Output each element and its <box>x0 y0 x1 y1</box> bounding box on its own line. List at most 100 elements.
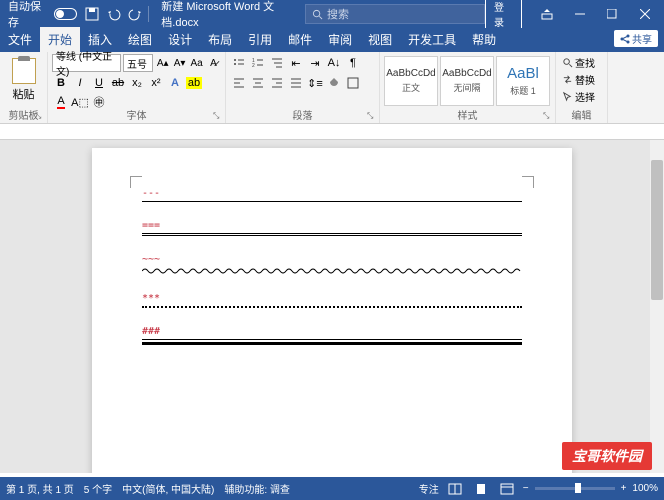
superscript-button[interactable]: x² <box>147 74 165 92</box>
hr-thick <box>142 339 522 345</box>
align-right-icon[interactable] <box>268 74 286 92</box>
focus-mode[interactable]: 专注 <box>419 481 439 496</box>
undo-icon[interactable] <box>104 4 123 24</box>
line-1: --- <box>142 188 522 202</box>
shading-icon[interactable] <box>325 74 343 92</box>
search-input[interactable]: 搜索 <box>305 4 485 24</box>
hr-double <box>142 233 522 236</box>
page-indicator[interactable]: 第 1 页, 共 1 页 <box>6 481 74 496</box>
justify-icon[interactable] <box>287 74 305 92</box>
word-count[interactable]: 5 个字 <box>84 481 112 496</box>
shrink-font-icon[interactable]: A▾ <box>172 54 187 72</box>
paste-button[interactable]: 粘贴 <box>4 54 43 102</box>
bold-button[interactable]: B <box>52 74 70 92</box>
tab-file[interactable]: 文件 <box>0 27 40 52</box>
replace-icon <box>562 74 573 85</box>
minimize-icon[interactable] <box>565 0 595 28</box>
group-label: 段落 <box>226 107 379 122</box>
numbering-icon[interactable]: 12 <box>249 54 267 72</box>
group-label: 样式 <box>380 107 555 122</box>
line-spacing-icon[interactable]: ⇕≡ <box>306 74 324 92</box>
tab-developer[interactable]: 开发工具 <box>400 27 464 52</box>
dialog-launcher-icon[interactable]: ⤡ <box>213 111 223 121</box>
accessibility-indicator[interactable]: 辅助功能: 调查 <box>224 481 290 496</box>
tab-references[interactable]: 引用 <box>240 27 280 52</box>
change-case-icon[interactable]: Aa <box>189 54 204 72</box>
svg-text:2: 2 <box>252 63 255 69</box>
style-normal[interactable]: AaBbCcDd 正文 <box>384 56 438 106</box>
page[interactable]: --- === ~~~ *** ### <box>92 148 572 473</box>
group-clipboard: 粘贴 剪贴板 ⤡ <box>0 52 48 123</box>
style-heading1[interactable]: AaBl 标题 1 <box>496 56 550 106</box>
search-placeholder: 搜索 <box>327 6 349 22</box>
tab-layout[interactable]: 布局 <box>200 27 240 52</box>
text-effects-button[interactable]: A <box>166 74 184 92</box>
group-label: 字体 <box>48 107 225 122</box>
dialog-launcher-icon[interactable]: ⤡ <box>543 111 553 121</box>
zoom-in-icon[interactable]: + <box>621 483 627 494</box>
strikethrough-button[interactable]: ab <box>109 74 127 92</box>
tab-draw[interactable]: 绘图 <box>120 27 160 52</box>
margin-mark-icon <box>522 176 534 188</box>
language-indicator[interactable]: 中文(简体, 中国大陆) <box>122 481 214 496</box>
zoom-thumb[interactable] <box>575 483 581 493</box>
titlebar-left: 自动保存 新建 Microsoft Word 文档.docx <box>0 0 305 30</box>
replace-button[interactable]: 替换 <box>560 71 603 88</box>
autosave-toggle[interactable]: 自动保存 <box>4 0 81 30</box>
sort-icon[interactable]: A↓ <box>325 54 343 72</box>
hr-wave <box>142 267 522 275</box>
search-icon <box>562 57 573 68</box>
tab-help[interactable]: 帮助 <box>464 27 504 52</box>
subscript-button[interactable]: x₂ <box>128 74 146 92</box>
web-layout-icon[interactable] <box>497 481 517 497</box>
search-icon <box>312 9 323 20</box>
save-icon[interactable] <box>83 4 102 24</box>
font-size-combo[interactable]: 五号 <box>123 54 153 72</box>
line-5: ### <box>142 326 522 345</box>
zoom-out-icon[interactable]: − <box>523 483 529 494</box>
ribbon-options-icon[interactable] <box>532 0 562 28</box>
tab-design[interactable]: 设计 <box>160 27 200 52</box>
hr-thin <box>142 201 522 202</box>
zoom-slider[interactable] <box>535 487 615 490</box>
multilevel-list-icon[interactable] <box>268 54 286 72</box>
style-nospacing[interactable]: AaBbCcDd 无间隔 <box>440 56 494 106</box>
align-left-icon[interactable] <box>230 74 248 92</box>
read-mode-icon[interactable] <box>445 481 465 497</box>
clear-format-icon[interactable]: A̷ <box>206 54 221 72</box>
show-marks-icon[interactable]: ¶ <box>344 54 362 72</box>
dialog-launcher-icon[interactable]: ⤡ <box>35 111 45 121</box>
italic-button[interactable]: I <box>71 74 89 92</box>
dialog-launcher-icon[interactable]: ⤡ <box>367 111 377 121</box>
status-bar: 第 1 页, 共 1 页 5 个字 中文(简体, 中国大陆) 辅助功能: 调查 … <box>0 477 664 500</box>
font-name-combo[interactable]: 等线 (中文正文) <box>52 54 121 72</box>
zoom-level[interactable]: 100% <box>632 483 658 494</box>
select-button[interactable]: 选择 <box>560 88 603 105</box>
print-layout-icon[interactable] <box>471 481 491 497</box>
styles-gallery[interactable]: AaBbCcDd 正文 AaBbCcDd 无间隔 AaBl 标题 1 <box>384 54 551 106</box>
watermark-badge: 宝哥软件园 <box>562 442 652 470</box>
tab-view[interactable]: 视图 <box>360 27 400 52</box>
grow-font-icon[interactable]: A▴ <box>155 54 170 72</box>
increase-indent-icon[interactable]: ⇥ <box>306 54 324 72</box>
find-button[interactable]: 查找 <box>560 54 603 71</box>
bullets-icon[interactable] <box>230 54 248 72</box>
borders-icon[interactable] <box>344 74 362 92</box>
tab-review[interactable]: 审阅 <box>320 27 360 52</box>
tab-mailings[interactable]: 邮件 <box>280 27 320 52</box>
share-button[interactable]: 共享 <box>614 30 658 47</box>
redo-icon[interactable] <box>125 4 144 24</box>
close-icon[interactable] <box>630 0 660 28</box>
ribbon: 粘贴 剪贴板 ⤡ 等线 (中文正文) 五号 A▴ A▾ Aa A̷ B I U … <box>0 52 664 124</box>
align-center-icon[interactable] <box>249 74 267 92</box>
scroll-thumb[interactable] <box>651 160 663 300</box>
cursor-icon <box>562 91 573 102</box>
share-icon <box>620 34 630 44</box>
maximize-icon[interactable] <box>597 0 627 28</box>
vertical-scrollbar[interactable] <box>650 140 664 473</box>
decrease-indent-icon[interactable]: ⇤ <box>287 54 305 72</box>
underline-button[interactable]: U <box>90 74 108 92</box>
highlight-button[interactable]: ab <box>185 74 203 92</box>
document-area: --- === ~~~ *** ### <box>0 140 664 473</box>
ruler[interactable] <box>0 124 664 140</box>
